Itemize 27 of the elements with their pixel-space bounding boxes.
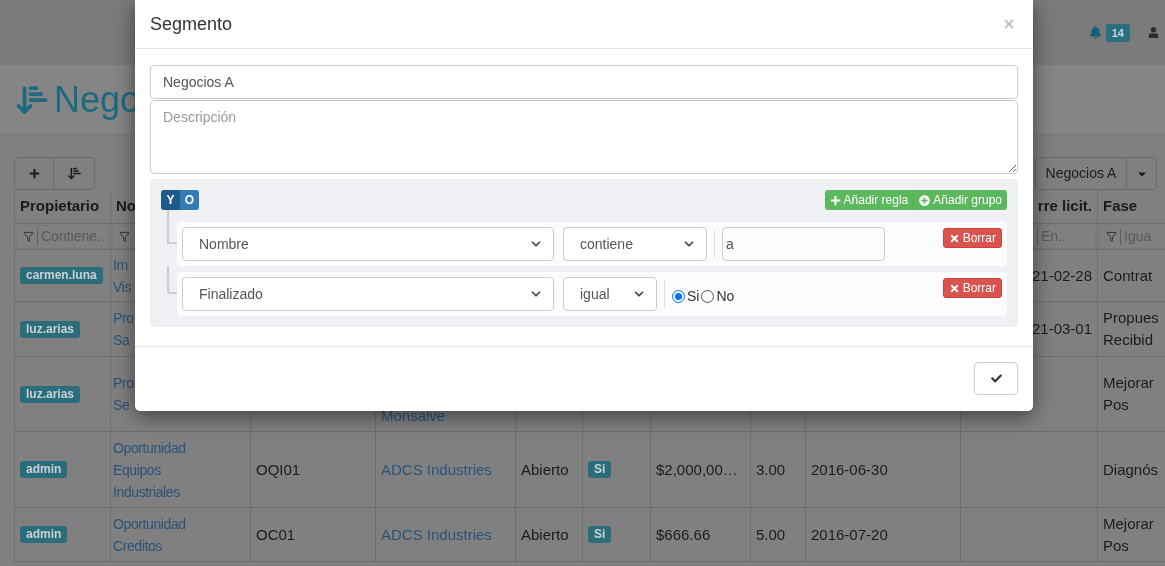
dialog-title: Segmento (150, 12, 233, 36)
table-cell-text: OC01 (256, 524, 296, 545)
table-cell-text: Mejorar Pos (1103, 373, 1154, 415)
table-cell-text: Diagnós (1103, 459, 1159, 480)
table-cell-text: Contrat (1103, 265, 1153, 286)
table-cell-text: 3.00 (756, 459, 786, 480)
table-cell-text: 2016-06-30 (811, 459, 888, 480)
table-cell-text: Abierto (521, 459, 569, 480)
radio-label: Si (687, 286, 700, 306)
table-cell-text: $666.66 (656, 524, 711, 545)
table-cell-text: 21-02-28 (1031, 265, 1092, 286)
owner-tag: luz.arias (20, 320, 81, 338)
table-cell-text: 2016-07-20 (811, 524, 888, 545)
owner-tag: luz.arias (20, 385, 81, 403)
table-cell-text: $2,000,00… (656, 459, 738, 480)
table-cell-text: 21-03-01 (1031, 319, 1092, 339)
table-cell-text: OQI01 (256, 459, 301, 480)
owner-tag: carmen.luna (20, 267, 103, 284)
owner-tag: admin (20, 461, 68, 478)
radio-label: No (716, 286, 735, 306)
status-tag: Si (588, 461, 612, 478)
table-cell-text: Mejorar Pos (1103, 513, 1154, 556)
table-cell-text: Abierto (521, 524, 569, 545)
owner-tag: admin (20, 526, 68, 543)
status-tag: Si (588, 526, 612, 543)
table-cell-text: Propues Recibid (1103, 308, 1159, 350)
table-cell-text: 5.00 (756, 524, 786, 545)
